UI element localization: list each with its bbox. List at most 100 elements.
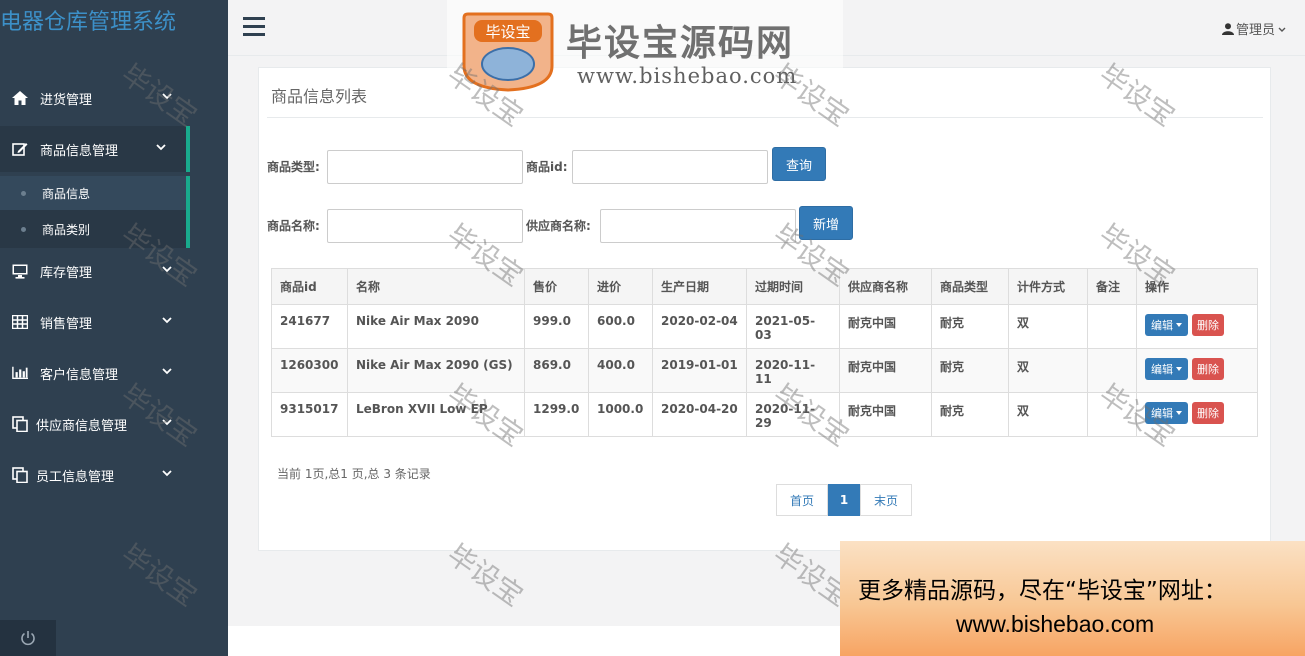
cell-type: 耐克 — [931, 304, 1009, 349]
cell-id: 241677 — [271, 304, 348, 349]
sidebar-item-sales[interactable]: 销售管理 — [0, 299, 228, 345]
page-1-button[interactable]: 1 — [828, 484, 860, 516]
cell-remark — [1087, 392, 1137, 437]
column-header: 过期时间 — [746, 268, 840, 305]
cell-id: 1260300 — [271, 348, 348, 393]
edit-dropdown-button[interactable]: 编辑 — [1145, 358, 1188, 380]
menu-toggle-button[interactable] — [243, 17, 265, 37]
sidebar-item-label: 供应商信息管理 — [36, 418, 128, 434]
goods-type-input[interactable] — [327, 150, 523, 184]
cell-name: Nike Air Max 2090 — [347, 304, 525, 349]
pagination-info: 当前 1页,总1 页,总 3 条记录 — [277, 467, 431, 481]
cell-actions: 编辑 删除 — [1136, 348, 1258, 393]
content-panel: 商品信息列表 商品类型: 商品id: 查询 商品名称: 供应商名称: 新增 商品… — [258, 67, 1271, 551]
cell-cost: 400.0 — [588, 348, 653, 393]
column-header: 进价 — [588, 268, 653, 305]
chevron-down-icon — [162, 470, 172, 477]
sidebar-item-label: 商品信息管理 — [40, 143, 119, 159]
edit-label: 编辑 — [1151, 363, 1173, 376]
bar-chart-icon — [12, 365, 28, 381]
query-button[interactable]: 查询 — [772, 147, 826, 181]
cell-cost: 600.0 — [588, 304, 653, 349]
sidebar-item-label: 进货管理 — [40, 92, 93, 108]
first-page-button[interactable]: 首页 — [776, 484, 828, 516]
sidebar-item-purchase[interactable]: 进货管理 — [0, 75, 228, 121]
cell-price: 999.0 — [524, 304, 589, 349]
promo-url: www.bishebao.com — [956, 611, 1155, 637]
sidebar-item-goods-info[interactable]: 商品信息管理 — [0, 126, 190, 172]
sidebar-subitem-goods[interactable]: 商品信息 — [0, 176, 190, 210]
delete-button[interactable]: 删除 — [1192, 314, 1224, 336]
add-button[interactable]: 新增 — [799, 206, 853, 240]
cell-type: 耐克 — [931, 392, 1009, 437]
column-header: 备注 — [1087, 268, 1137, 305]
column-header: 商品id — [271, 268, 348, 305]
table-header-row: 商品id 名称 售价 进价 生产日期 过期时间 供应商名称 商品类型 计件方式 … — [271, 268, 1258, 305]
cell-supplier: 耐克中国 — [839, 392, 932, 437]
pagination: 首页 1 末页 — [776, 484, 912, 516]
watermark-logo-title: 毕设宝源码网 — [566, 23, 795, 64]
cell-cost: 1000.0 — [588, 392, 653, 437]
bullet-icon — [21, 226, 26, 232]
chevron-down-icon — [162, 266, 172, 273]
edit-icon — [12, 141, 28, 157]
cell-expiry-date: 2020-11-29 — [746, 392, 840, 437]
cell-name: LeBron XVII Low EP — [347, 392, 525, 437]
cell-supplier: 耐克中国 — [839, 348, 932, 393]
user-menu[interactable]: 管理员 — [1221, 19, 1287, 38]
table-row: 9315017 LeBron XVII Low EP 1299.0 1000.0… — [271, 392, 1258, 437]
cell-supplier: 耐克中国 — [839, 304, 932, 349]
goods-name-input[interactable] — [327, 209, 523, 243]
sidebar-item-label: 库存管理 — [40, 265, 93, 281]
cell-id: 9315017 — [271, 392, 348, 437]
goods-type-label: 商品类型: — [267, 160, 320, 174]
goods-id-label: 商品id: — [526, 160, 568, 174]
cell-expiry-date: 2020-11-11 — [746, 348, 840, 393]
cell-expiry-date: 2021-05-03 — [746, 304, 840, 349]
goods-name-label: 商品名称: — [267, 219, 320, 233]
copy-icon — [12, 467, 28, 483]
chevron-down-icon — [162, 368, 172, 375]
cell-type: 耐克 — [931, 348, 1009, 393]
home-icon — [12, 90, 28, 106]
power-icon — [21, 631, 35, 646]
sidebar-item-customers[interactable]: 客户信息管理 — [0, 350, 228, 396]
seal-text: 毕设宝 — [485, 23, 530, 41]
watermark-seal-icon: 毕设宝 — [462, 12, 554, 92]
supplier-name-input[interactable] — [600, 209, 796, 243]
column-header: 名称 — [347, 268, 525, 305]
sidebar-item-employees[interactable]: 员工信息管理 — [0, 452, 228, 498]
cell-production-date: 2020-04-20 — [652, 392, 747, 437]
cell-price: 869.0 — [524, 348, 589, 393]
edit-label: 编辑 — [1151, 407, 1173, 420]
promo-banner: 更多精品源码，尽在“毕设宝”网址： www.bishebao.com — [840, 541, 1305, 656]
copy-icon — [12, 416, 28, 432]
table-row: 241677 Nike Air Max 2090 999.0 600.0 202… — [271, 304, 1258, 349]
delete-button[interactable]: 删除 — [1192, 402, 1224, 424]
bullet-icon — [21, 190, 26, 196]
logout-button[interactable] — [0, 620, 56, 656]
sidebar-subitem-label: 商品类别 — [42, 222, 91, 237]
chevron-down-icon — [162, 93, 172, 100]
goods-id-input[interactable] — [572, 150, 768, 184]
sidebar-item-inventory[interactable]: 库存管理 — [0, 248, 228, 294]
last-page-button[interactable]: 末页 — [860, 484, 912, 516]
sidebar-subitem-category[interactable]: 商品类别 — [0, 210, 190, 248]
user-icon — [1221, 22, 1234, 35]
delete-button[interactable]: 删除 — [1192, 358, 1224, 380]
sidebar-item-suppliers[interactable]: 供应商信息管理 — [0, 401, 228, 447]
sidebar-item-label: 客户信息管理 — [40, 367, 119, 383]
column-header: 计件方式 — [1008, 268, 1088, 305]
page-title: 商品信息列表 — [271, 87, 368, 106]
edit-dropdown-button[interactable]: 编辑 — [1145, 402, 1188, 424]
sidebar-item-label: 销售管理 — [40, 316, 93, 332]
column-header: 生产日期 — [652, 268, 747, 305]
app-title: 电器仓库管理系统 — [0, 10, 177, 35]
column-header: 操作 — [1136, 268, 1258, 305]
column-header: 售价 — [524, 268, 589, 305]
footer — [228, 626, 840, 656]
cell-name: Nike Air Max 2090 (GS) — [347, 348, 525, 393]
edit-dropdown-button[interactable]: 编辑 — [1145, 314, 1188, 336]
cell-remark — [1087, 304, 1137, 349]
edit-label: 编辑 — [1151, 319, 1173, 332]
